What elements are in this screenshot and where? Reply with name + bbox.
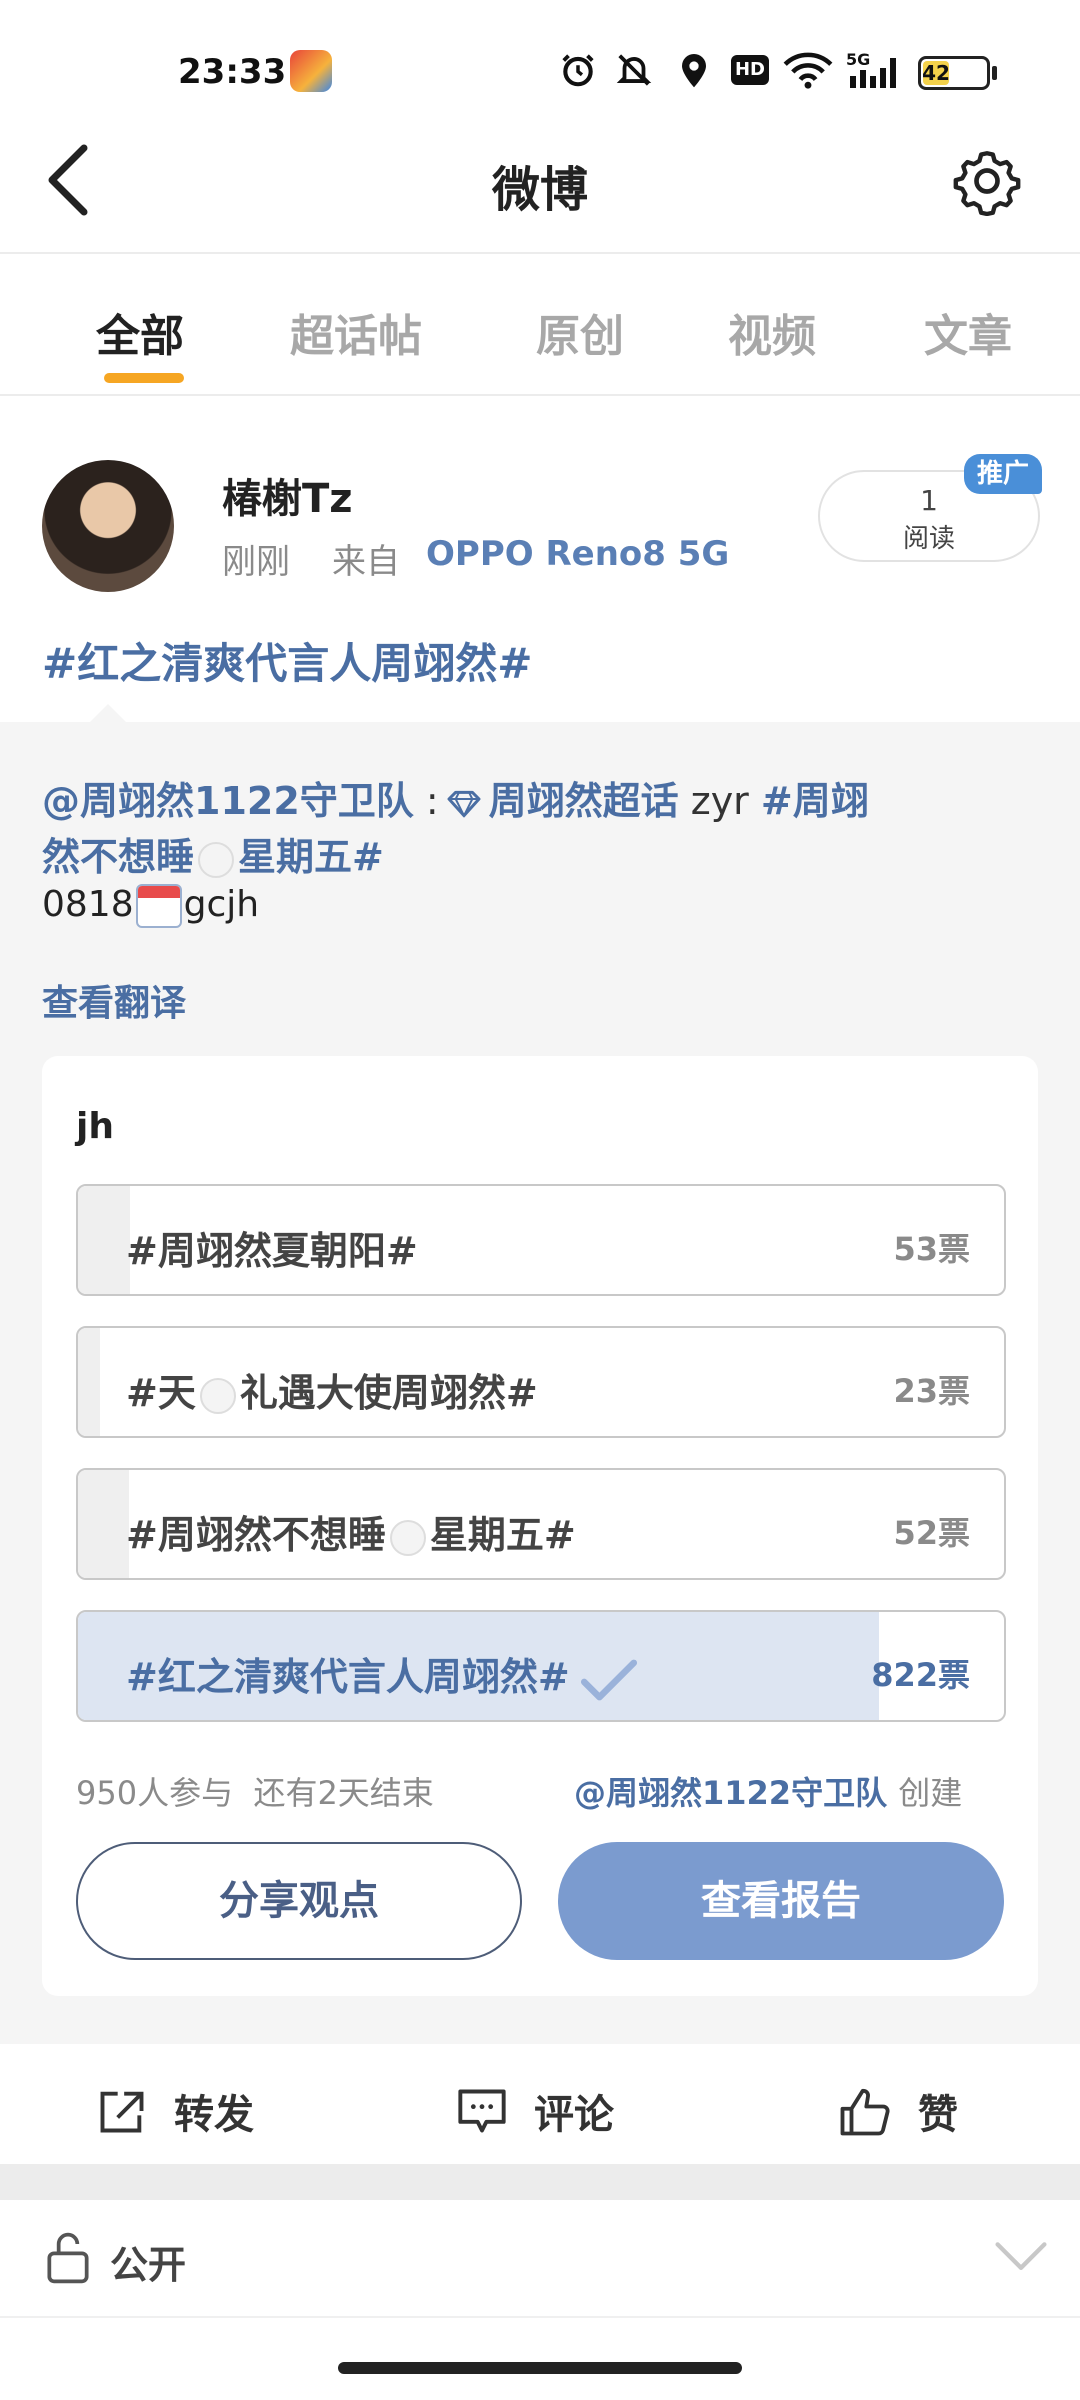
like-button[interactable]: 赞 bbox=[838, 2082, 958, 2140]
repost-date-text: 0818 bbox=[42, 884, 134, 925]
poll-stats: 950人参与 还有2天结束 bbox=[76, 1768, 434, 1814]
home-indicator[interactable] bbox=[338, 2362, 742, 2374]
poll-participants: 950人参与 bbox=[76, 1774, 234, 1812]
poll-creator-link[interactable]: @周翊然1122守卫队 bbox=[574, 1774, 887, 1812]
poll-option-label-b: 星期五# bbox=[429, 1513, 576, 1557]
poll-remaining: 还有2天结束 bbox=[253, 1774, 434, 1812]
tab-original[interactable]: 原创 bbox=[536, 300, 624, 364]
share-opinion-button[interactable]: 分享观点 bbox=[76, 1842, 522, 1960]
poll-title: jh bbox=[76, 1106, 114, 1147]
calendar-emoji-icon bbox=[135, 884, 182, 928]
tab-supertopic-posts[interactable]: 超话帖 bbox=[290, 300, 422, 364]
page-title: 微博 bbox=[491, 162, 588, 218]
avatar[interactable] bbox=[42, 460, 174, 592]
poll-option-label: #红之清爽代言人周翊然# bbox=[126, 1646, 638, 1701]
visibility-label: 公开 bbox=[110, 2243, 187, 2287]
poll-option-1[interactable]: #周翊然夏朝阳# 53票 bbox=[76, 1184, 1006, 1296]
repost-colon: : bbox=[413, 779, 439, 823]
poll-option-3[interactable]: #周翊然不想睡 星期五# 52票 bbox=[76, 1468, 1006, 1580]
unlock-icon bbox=[44, 2230, 92, 2290]
battery-icon: 42 bbox=[918, 56, 990, 90]
alarm-icon bbox=[558, 50, 598, 90]
gear-icon bbox=[953, 151, 1021, 217]
app-notification-icon bbox=[290, 50, 332, 92]
poll-option-votes: 822票 bbox=[871, 1656, 970, 1694]
repost-text-line3: 0818 gcjh bbox=[42, 884, 259, 928]
cellular-5g-icon: 5G bbox=[846, 50, 904, 90]
thumbs-up-icon bbox=[840, 2088, 890, 2136]
post-username[interactable]: 椿榭Tz bbox=[222, 466, 353, 524]
repost-text-line2: 然不想睡 星期五# bbox=[42, 826, 384, 881]
repost-pointer bbox=[90, 704, 126, 722]
read-label: 阅读 bbox=[902, 524, 955, 554]
post-from-label: 来自 bbox=[332, 542, 400, 582]
repost-label: 转发 bbox=[174, 2092, 254, 2138]
poll-option-4-selected[interactable]: #红之清爽代言人周翊然# 822票 bbox=[76, 1610, 1006, 1722]
repost-button[interactable]: 转发 bbox=[96, 2082, 254, 2140]
sleepy-face-emoji-icon bbox=[389, 1519, 426, 1556]
poll-option-label-text: #红之清爽代言人周翊然# bbox=[126, 1655, 570, 1699]
section-divider bbox=[0, 2164, 1080, 2200]
check-icon bbox=[580, 1659, 637, 1700]
repost-plain-text: zyr bbox=[678, 779, 761, 823]
poll-option-votes: 53票 bbox=[893, 1230, 970, 1268]
view-translation-link[interactable]: 查看翻译 bbox=[42, 974, 186, 1026]
hashtag-link-part3[interactable]: 星期五# bbox=[238, 835, 384, 879]
like-label: 赞 bbox=[918, 2092, 958, 2138]
poll-option-label-a: #天 bbox=[126, 1371, 196, 1415]
sleepy-face-emoji-icon bbox=[198, 841, 235, 878]
wifi-icon bbox=[782, 50, 834, 90]
settings-button[interactable] bbox=[952, 146, 1022, 217]
poll-option-label: #周翊然不想睡 星期五# bbox=[126, 1504, 576, 1559]
tab-article[interactable]: 文章 bbox=[924, 300, 1012, 364]
battery-level: 42 bbox=[922, 61, 950, 85]
location-icon bbox=[676, 50, 712, 90]
promote-badge[interactable]: 推广 bbox=[964, 454, 1042, 494]
share-icon bbox=[100, 2091, 144, 2133]
diamond-icon bbox=[447, 790, 481, 818]
comment-button[interactable]: 评论 bbox=[456, 2082, 614, 2140]
view-report-button[interactable]: 查看报告 bbox=[558, 1842, 1004, 1960]
poll-option-fill bbox=[78, 1470, 129, 1578]
poll-option-label-b: 礼遇大使周翊然# bbox=[239, 1371, 538, 1415]
comment-label: 评论 bbox=[534, 2092, 614, 2138]
battery-cap bbox=[992, 66, 997, 80]
poll-option-votes: 23票 bbox=[893, 1372, 970, 1410]
chevron-down-icon[interactable] bbox=[994, 2240, 1048, 2278]
hd-icon: HD bbox=[730, 50, 770, 90]
status-time: 23:33 bbox=[178, 52, 287, 92]
repost-suffix-text: gcjh bbox=[183, 884, 260, 925]
poll-option-label-a: #周翊然不想睡 bbox=[126, 1513, 386, 1557]
poll-option-fill bbox=[78, 1186, 130, 1294]
hashtag-link-part1[interactable]: #周翊 bbox=[761, 779, 869, 823]
poll-creator: @周翊然1122守卫队 创建 bbox=[574, 1768, 962, 1814]
cute-face-emoji-icon bbox=[199, 1377, 236, 1414]
poll-option-votes: 52票 bbox=[893, 1514, 970, 1552]
post-time: 刚刚 bbox=[222, 542, 290, 582]
post-device[interactable]: OPPO Reno8 5G bbox=[426, 534, 729, 574]
poll-option-label: #天 礼遇大使周翊然# bbox=[126, 1362, 538, 1417]
poll-option-2[interactable]: #天 礼遇大使周翊然# 23票 bbox=[76, 1326, 1006, 1438]
tab-all[interactable]: 全部 bbox=[96, 300, 184, 364]
repost-text-line1: @周翊然1122守卫队 : 周翊然超话 zyr #周翊 bbox=[42, 770, 869, 825]
post-topic-hashtag[interactable]: #红之清爽代言人周翊然# bbox=[42, 630, 532, 691]
active-tab-indicator bbox=[104, 373, 184, 383]
tab-video[interactable]: 视频 bbox=[728, 300, 816, 364]
comment-icon bbox=[458, 2089, 506, 2133]
mention-link[interactable]: @周翊然1122守卫队 bbox=[42, 779, 414, 823]
poll-created-label: 创建 bbox=[898, 1774, 963, 1812]
poll-option-label: #周翊然夏朝阳# bbox=[126, 1229, 418, 1273]
hashtag-link-part2[interactable]: 然不想睡 bbox=[42, 835, 194, 879]
mute-icon bbox=[614, 50, 654, 90]
poll-option-fill bbox=[78, 1328, 101, 1436]
supertopic-link[interactable]: 周翊然超话 bbox=[489, 779, 679, 823]
